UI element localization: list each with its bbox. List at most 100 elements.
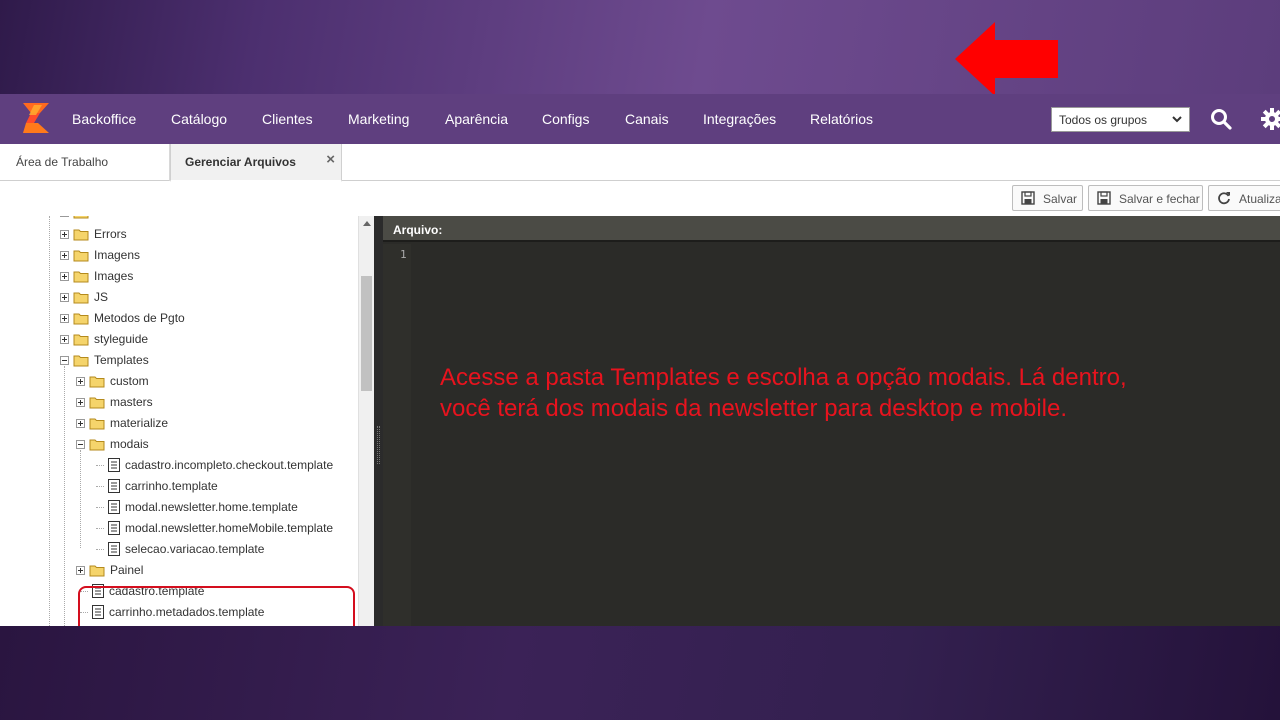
editor-file-header: Arquivo: [383, 216, 1280, 242]
tree-label: modal.newsletter.homeMobile.template [125, 521, 334, 535]
expand-toggle[interactable] [76, 398, 85, 407]
close-icon[interactable]: × [326, 151, 335, 168]
tree-label: masters [110, 395, 153, 409]
tree-label: JS [94, 290, 109, 304]
tree-guide [80, 450, 81, 548]
tab-label: Gerenciar Arquivos [185, 155, 296, 169]
folder-open-icon [73, 355, 89, 367]
nav-configs[interactable]: Configs [542, 110, 589, 128]
splitter-grip[interactable] [377, 426, 380, 464]
nav-backoffice[interactable]: Backoffice [72, 110, 136, 128]
nav-relatorios[interactable]: Relatórios [810, 110, 873, 128]
nav-clientes[interactable]: Clientes [262, 110, 313, 128]
tree-guide [49, 216, 50, 626]
refresh-icon [1218, 192, 1230, 205]
nav-catalogo[interactable]: Catálogo [171, 110, 227, 128]
slide-background-bottom [0, 626, 1280, 720]
tree-label: carrinho.template [125, 479, 218, 493]
expand-toggle[interactable] [60, 293, 69, 302]
file-icon [108, 458, 120, 472]
scroll-up-arrow-icon[interactable] [363, 221, 371, 226]
folder-icon [89, 397, 105, 409]
line-number: 1 [400, 248, 407, 261]
expand-toggle[interactable] [60, 251, 69, 260]
highlight-box [78, 586, 355, 626]
tree-guide [96, 486, 104, 487]
file-icon [108, 521, 120, 535]
tree-label: Imagens [94, 248, 141, 262]
tree-guide [96, 549, 104, 550]
refresh-button-label: Atualiza [1239, 192, 1280, 206]
app-window: Backoffice Catálogo Clientes Marketing A… [0, 94, 1280, 626]
tree-scrollbar[interactable] [358, 216, 374, 626]
folder-icon [73, 271, 89, 283]
group-select-value: Todos os grupos [1059, 113, 1148, 127]
logo-icon[interactable] [20, 101, 52, 135]
collapse-toggle[interactable] [60, 356, 69, 365]
expand-toggle[interactable] [76, 566, 85, 575]
nav-canais[interactable]: Canais [625, 110, 669, 128]
folder-icon [73, 229, 89, 241]
tree-label: Painel [110, 563, 144, 577]
expand-toggle[interactable] [60, 230, 69, 239]
save-icon [1097, 191, 1111, 205]
tree-label: cadastro.incompleto.checkout.template [125, 458, 334, 472]
folder-icon [73, 250, 89, 262]
folder-icon [89, 376, 105, 388]
tree-label: Templates [94, 353, 149, 367]
panel-splitter[interactable] [374, 216, 383, 626]
save-icon [1021, 191, 1035, 205]
annotation-line-2: você terá dos modais da newsletter para … [440, 395, 1068, 422]
file-tree: Errors Imagens Images JS Metodos de Pgto… [16, 216, 374, 626]
tree-label: selecao.variacao.template [125, 542, 265, 556]
folder-icon [89, 565, 105, 577]
refresh-button[interactable]: Atualiza [1208, 185, 1280, 211]
tree-label: Images [94, 269, 134, 283]
editor-gutter [383, 244, 411, 626]
folder-icon [89, 418, 105, 430]
collapse-toggle[interactable] [76, 440, 85, 449]
tree-guide [64, 366, 65, 626]
gear-icon[interactable] [1260, 107, 1280, 131]
nav-aparencia[interactable]: Aparência [445, 110, 508, 128]
save-button-label: Salvar [1043, 192, 1078, 206]
left-arrow-icon [955, 22, 1058, 96]
group-select[interactable]: Todos os grupos [1051, 107, 1190, 132]
expand-toggle[interactable] [76, 419, 85, 428]
nav-integracoes[interactable]: Integrações [703, 110, 776, 128]
folder-icon [73, 216, 89, 219]
file-icon [108, 500, 120, 514]
tree-label: Errors [94, 227, 127, 241]
file-icon [108, 542, 120, 556]
expand-toggle[interactable] [60, 314, 69, 323]
save-button[interactable]: Salvar [1012, 185, 1083, 211]
tab-gerenciar-arquivos[interactable]: Gerenciar Arquivos × [170, 144, 342, 182]
expand-toggle[interactable] [76, 377, 85, 386]
tab-bar: Área de Trabalho Gerenciar Arquivos × [0, 144, 1280, 182]
tree-label: styleguide [94, 332, 149, 346]
tree-guide [96, 528, 104, 529]
tree-guide [96, 465, 104, 466]
folder-icon [73, 313, 89, 325]
tree-label: Metodos de Pgto [94, 311, 185, 325]
slide-background-top [0, 0, 1280, 94]
nav-marketing[interactable]: Marketing [348, 110, 409, 128]
file-icon [108, 479, 120, 493]
save-and-close-button[interactable]: Salvar e fechar [1088, 185, 1203, 211]
tab-area-de-trabalho[interactable]: Área de Trabalho [0, 144, 170, 181]
expand-toggle[interactable] [60, 335, 69, 344]
folder-icon [73, 334, 89, 346]
expand-toggle[interactable] [60, 272, 69, 281]
annotation-line-1: Acesse a pasta Templates e escolha a opç… [440, 364, 1127, 391]
tab-label: Área de Trabalho [16, 155, 109, 169]
folder-icon [73, 292, 89, 304]
save-and-close-label: Salvar e fechar [1119, 192, 1200, 206]
folder-open-icon [89, 439, 105, 451]
expand-toggle[interactable] [60, 216, 69, 217]
tree-guide [96, 507, 104, 508]
search-icon[interactable] [1210, 108, 1232, 130]
tree-label: custom [110, 374, 149, 388]
chevron-down-icon [1172, 116, 1182, 123]
scroll-thumb[interactable] [361, 276, 372, 391]
instruction-annotation: Acesse a pasta Templates e escolha a opç… [440, 362, 1250, 424]
